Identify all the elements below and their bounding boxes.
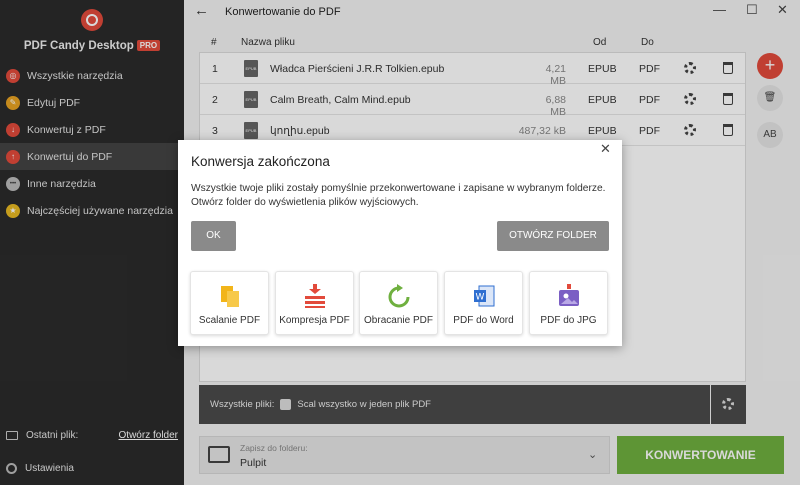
tool-card-label: Kompresja PDF	[279, 315, 350, 326]
open-folder-button[interactable]: OTWÓRZ FOLDER	[497, 221, 609, 251]
dialog-title: Konwersja zakończona	[191, 154, 330, 169]
ok-button[interactable]: OK	[191, 221, 236, 251]
dialog-message: Wszystkie twoje pliki zostały pomyślnie …	[191, 183, 606, 208]
compress-icon	[305, 284, 325, 308]
tool-card-compress[interactable]: Kompresja PDF	[275, 271, 354, 335]
tool-card-pdf-to-word[interactable]: W PDF do Word	[444, 271, 523, 335]
tool-card-label: PDF do Word	[453, 315, 514, 326]
rotate-icon	[388, 284, 410, 308]
image-icon	[559, 284, 579, 306]
tool-card-rotate[interactable]: Obracanie PDF	[359, 271, 438, 335]
close-icon[interactable]: ✕	[600, 141, 611, 157]
svg-text:W: W	[476, 293, 485, 303]
tool-card-pdf-to-jpg[interactable]: PDF do JPG	[529, 271, 608, 335]
merge-icon	[221, 286, 239, 307]
tool-card-label: Scalanie PDF	[198, 315, 261, 326]
tool-card-label: Obracanie PDF	[364, 315, 433, 326]
tool-card-label: PDF do JPG	[540, 315, 597, 326]
tool-card-merge[interactable]: Scalanie PDF	[190, 271, 269, 335]
conversion-complete-dialog: Konwersja zakończona ✕ Wszystkie twoje p…	[178, 140, 622, 346]
word-icon: W	[474, 285, 495, 307]
